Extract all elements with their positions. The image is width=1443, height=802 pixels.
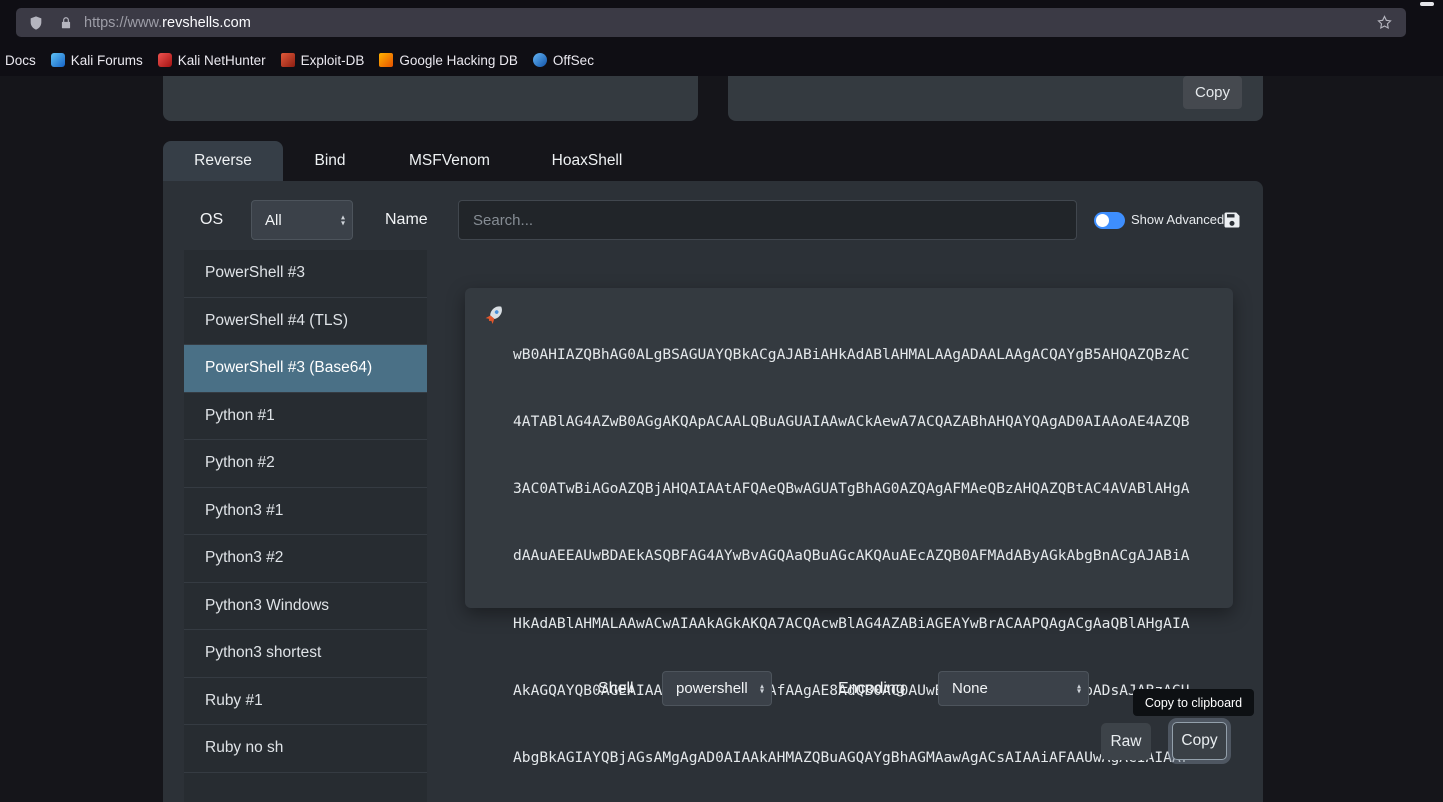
tab-reverse[interactable]: Reverse — [163, 141, 283, 181]
list-item-partial[interactable] — [184, 773, 427, 802]
code-line: 3AC0ATwBiAGoAZQBjAHQAIAAtAFQAeQBwAGUATgB… — [513, 478, 1190, 500]
exploit-db-icon — [281, 53, 295, 67]
rocket-icon — [480, 299, 511, 330]
code-line: 4ATABlAG4AZwB0AGgAKQApACAALQBuAGUAIAAwAC… — [513, 411, 1190, 433]
payload-code-block: wB0AHIAZQBhAG0ALgBSAGUAYQBkACgAJABiAHkAd… — [465, 288, 1233, 608]
list-item[interactable]: PowerShell #4 (TLS) — [184, 298, 427, 346]
list-item[interactable]: Python3 Windows — [184, 583, 427, 631]
bookmark-label: OffSec — [553, 53, 594, 68]
os-select-value: All — [265, 212, 282, 229]
window-control — [1420, 2, 1434, 6]
raw-button[interactable]: Raw — [1101, 723, 1151, 760]
shell-select-value: powershell — [676, 680, 748, 697]
tab-hoaxshell[interactable]: HoaxShell — [522, 141, 652, 181]
chevron-updown-icon: ▴▾ — [341, 215, 345, 226]
encoding-select[interactable]: None ▴▾ — [938, 671, 1089, 706]
list-item[interactable]: Python #2 — [184, 440, 427, 488]
list-item[interactable]: Python3 #1 — [184, 488, 427, 536]
os-label: OS — [200, 200, 223, 240]
name-label: Name — [385, 200, 428, 240]
header-card-left — [163, 76, 698, 121]
code-line: wB0AHIAZQBhAG0ALgBSAGUAYQBkACgAJABiAHkAd… — [513, 344, 1190, 366]
star-icon[interactable] — [1376, 14, 1393, 31]
bookmark-label: Kali Forums — [71, 53, 143, 68]
show-advanced-toggle[interactable] — [1094, 212, 1125, 229]
show-advanced-label: Show Advanced — [1131, 200, 1224, 240]
code-line: dAAuAEEAUwBDAEkASQBFAG4AYwBvAGQAaQBuAGcA… — [513, 545, 1190, 567]
shell-select[interactable]: powershell ▴▾ — [662, 671, 772, 706]
bookmark-kali-forums[interactable]: Kali Forums — [51, 53, 143, 68]
encoding-select-value: None — [952, 680, 988, 697]
toggle-knob — [1096, 214, 1109, 227]
bookmark-label: Docs — [5, 53, 36, 68]
encoding-label: Encoding — [838, 671, 905, 706]
kali-forums-icon — [51, 53, 65, 67]
url-domain: revshells.com — [162, 15, 251, 31]
shield-icon[interactable] — [28, 15, 44, 31]
header-card-right: Copy — [728, 76, 1263, 121]
screen: https://www.revshells.com Docs Kali Foru… — [0, 0, 1443, 802]
chevron-updown-icon: ▴▾ — [760, 683, 764, 694]
code-line: HkAdABlAHMALAAwACwAIAAkAGkAKQA7ACQAcwBlA… — [513, 613, 1190, 635]
bookmark-exploit-db[interactable]: Exploit-DB — [281, 53, 365, 68]
bookmarks-bar: Docs Kali Forums Kali NetHunter Exploit-… — [0, 44, 1443, 76]
bookmark-docs[interactable]: Docs — [5, 53, 36, 68]
payload-code: wB0AHIAZQBhAG0ALgBSAGUAYQBkACgAJABiAHkAd… — [513, 299, 1190, 802]
code-line: AbgBkAGIAYQBjAGsAMgAgAD0AIAAkAHMAZQBuAGQ… — [513, 747, 1190, 769]
google-hacking-db-icon — [379, 53, 393, 67]
payload-list: PowerShell #3 PowerShell #4 (TLS) PowerS… — [184, 250, 427, 802]
shell-label: Shell — [598, 671, 634, 706]
chevron-updown-icon: ▴▾ — [1077, 683, 1081, 694]
url-prefix: https://www. — [84, 15, 162, 31]
list-item[interactable]: Python3 shortest — [184, 630, 427, 678]
save-icon[interactable] — [1222, 210, 1242, 230]
kali-nethunter-icon — [158, 53, 172, 67]
list-item[interactable]: Ruby #1 — [184, 678, 427, 726]
list-item[interactable]: Python3 #2 — [184, 535, 427, 583]
listener-copy-button[interactable]: Copy — [1183, 76, 1242, 109]
os-select[interactable]: All ▴▾ — [251, 200, 353, 240]
offsec-icon — [533, 53, 547, 67]
bookmark-google-hacking-db[interactable]: Google Hacking DB — [379, 53, 518, 68]
browser-chrome: https://www.revshells.com — [0, 0, 1443, 44]
copy-button[interactable]: Copy — [1172, 722, 1227, 760]
tab-bind[interactable]: Bind — [283, 141, 377, 181]
list-item[interactable]: PowerShell #3 — [184, 250, 427, 298]
copy-tooltip: Copy to clipboard — [1133, 689, 1254, 716]
bookmark-label: Kali NetHunter — [178, 53, 266, 68]
url-text: https://www.revshells.com — [84, 15, 251, 31]
bookmark-kali-nethunter[interactable]: Kali NetHunter — [158, 53, 266, 68]
list-item[interactable]: Python #1 — [184, 393, 427, 441]
search-input[interactable] — [458, 200, 1077, 240]
bookmark-label: Google Hacking DB — [399, 53, 518, 68]
bookmark-offsec[interactable]: OffSec — [533, 53, 594, 68]
bookmark-label: Exploit-DB — [301, 53, 365, 68]
tab-msfvenom[interactable]: MSFVenom — [377, 141, 522, 181]
list-item[interactable]: Ruby no sh — [184, 725, 427, 773]
url-bar[interactable]: https://www.revshells.com — [16, 8, 1406, 37]
list-item-selected[interactable]: PowerShell #3 (Base64) — [184, 345, 427, 393]
lock-icon[interactable] — [59, 16, 73, 30]
